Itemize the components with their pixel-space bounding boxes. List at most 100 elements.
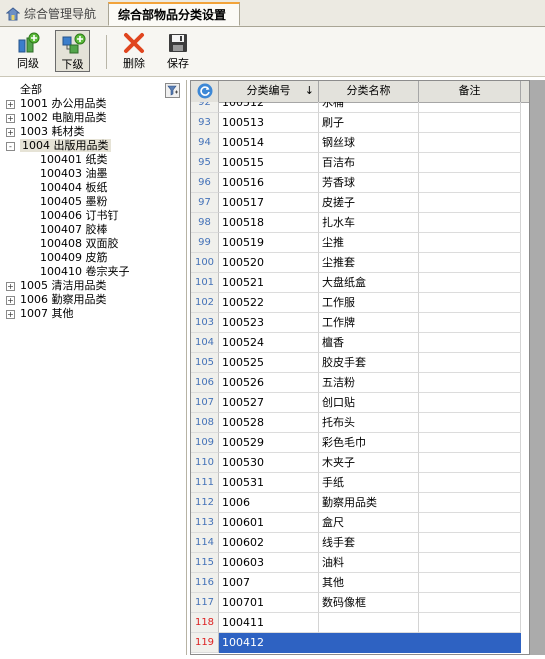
remark-cell[interactable]: [419, 553, 521, 573]
tree-node[interactable]: 1001 办公用品类: [20, 97, 107, 111]
name-cell[interactable]: 百洁布: [319, 153, 419, 173]
code-cell[interactable]: 100521: [219, 273, 319, 293]
name-cell[interactable]: 勤察用品类: [319, 493, 419, 513]
name-cell[interactable]: 线手套: [319, 533, 419, 553]
name-cell[interactable]: 手纸: [319, 473, 419, 493]
code-cell[interactable]: 100411: [219, 613, 319, 633]
tree-node[interactable]: 1002 电脑用品类: [20, 111, 107, 125]
table-row[interactable]: 107 100527 创口贴: [191, 393, 521, 413]
code-cell[interactable]: 100602: [219, 533, 319, 553]
column-header-code[interactable]: 分类编号 ↓: [219, 81, 319, 102]
table-row[interactable]: 95 100515 百洁布: [191, 153, 521, 173]
tree-node[interactable]: 1005 清洁用品类: [20, 279, 107, 293]
remark-cell[interactable]: [419, 102, 521, 113]
tree-child-node[interactable]: 100410 卷宗夹子: [40, 265, 130, 279]
expand-icon[interactable]: +: [6, 310, 15, 319]
remark-cell[interactable]: [419, 133, 521, 153]
table-row[interactable]: 114 100602 线手套: [191, 533, 521, 553]
code-cell[interactable]: 100524: [219, 333, 319, 353]
table-row[interactable]: 118 100411: [191, 613, 521, 633]
name-cell[interactable]: 盒尺: [319, 513, 419, 533]
table-row[interactable]: 98 100518 扎水车: [191, 213, 521, 233]
remark-cell[interactable]: [419, 413, 521, 433]
table-row[interactable]: 117 100701 数码像框: [191, 593, 521, 613]
table-row[interactable]: 109 100529 彩色毛巾: [191, 433, 521, 453]
code-cell[interactable]: 100513: [219, 113, 319, 133]
tree-child-node[interactable]: 100404 板纸: [40, 181, 108, 195]
code-cell[interactable]: 100515: [219, 153, 319, 173]
code-cell[interactable]: 100528: [219, 413, 319, 433]
table-row[interactable]: 97 100517 皮搓子: [191, 193, 521, 213]
code-cell[interactable]: 100603: [219, 553, 319, 573]
table-row[interactable]: 102 100522 工作服: [191, 293, 521, 313]
name-cell[interactable]: [319, 613, 419, 633]
table-row[interactable]: 116 1007 其他: [191, 573, 521, 593]
remark-cell[interactable]: [419, 273, 521, 293]
remark-cell[interactable]: [419, 113, 521, 133]
remark-cell[interactable]: [419, 513, 521, 533]
vertical-scrollbar[interactable]: [530, 80, 545, 655]
tree-child-node[interactable]: 100406 订书钉: [40, 209, 119, 223]
code-cell[interactable]: 100526: [219, 373, 319, 393]
table-row[interactable]: 110 100530 木夹子: [191, 453, 521, 473]
name-cell[interactable]: 木夹子: [319, 453, 419, 473]
expand-icon[interactable]: +: [6, 296, 15, 305]
code-cell[interactable]: 100527: [219, 393, 319, 413]
refresh-header-cell[interactable]: [191, 81, 219, 102]
expand-icon[interactable]: +: [6, 282, 15, 291]
code-cell[interactable]: 100512: [219, 102, 319, 113]
tree-child-node[interactable]: 100401 纸类: [40, 153, 108, 167]
remark-cell[interactable]: [419, 193, 521, 213]
table-row[interactable]: 100 100520 尘推套: [191, 253, 521, 273]
tree-child-node[interactable]: 100405 墨粉: [40, 195, 108, 209]
code-cell[interactable]: 100412: [219, 633, 319, 653]
tree-root[interactable]: 全部: [20, 83, 42, 97]
table-row[interactable]: 105 100525 胶皮手套: [191, 353, 521, 373]
remark-cell[interactable]: [419, 613, 521, 633]
tree-node[interactable]: 1004 出版用品类: [20, 139, 111, 153]
remark-cell[interactable]: [419, 533, 521, 553]
code-cell[interactable]: 100520: [219, 253, 319, 273]
code-cell[interactable]: 100701: [219, 593, 319, 613]
code-cell[interactable]: 100514: [219, 133, 319, 153]
table-row[interactable]: 92 100512 水桶: [191, 102, 521, 113]
name-cell[interactable]: 刷子: [319, 113, 419, 133]
code-cell[interactable]: 100601: [219, 513, 319, 533]
table-row[interactable]: 108 100528 托布头: [191, 413, 521, 433]
expand-icon[interactable]: +: [6, 128, 15, 137]
code-cell[interactable]: 100518: [219, 213, 319, 233]
name-cell[interactable]: 尘推套: [319, 253, 419, 273]
table-row[interactable]: 111 100531 手纸: [191, 473, 521, 493]
remark-cell[interactable]: [419, 633, 521, 653]
name-cell[interactable]: 彩色毛巾: [319, 433, 419, 453]
tree-node[interactable]: 1006 勤察用品类: [20, 293, 107, 307]
table-row[interactable]: 104 100524 檀香: [191, 333, 521, 353]
table-row[interactable]: 119 100412: [191, 633, 521, 653]
name-cell[interactable]: 胶皮手套: [319, 353, 419, 373]
code-cell[interactable]: 100525: [219, 353, 319, 373]
tab-item-category-settings[interactable]: 综合部物品分类设置: [108, 2, 240, 26]
code-cell[interactable]: 100531: [219, 473, 319, 493]
remark-cell[interactable]: [419, 373, 521, 393]
delete-button[interactable]: 删除: [116, 30, 152, 72]
name-cell[interactable]: 檀香: [319, 333, 419, 353]
remark-cell[interactable]: [419, 253, 521, 273]
table-row[interactable]: 112 1006 勤察用品类: [191, 493, 521, 513]
name-cell[interactable]: 尘推: [319, 233, 419, 253]
tree-child-node[interactable]: 100407 胶棒: [40, 223, 108, 237]
code-cell[interactable]: 100517: [219, 193, 319, 213]
remark-cell[interactable]: [419, 353, 521, 373]
table-row[interactable]: 103 100523 工作牌: [191, 313, 521, 333]
remark-cell[interactable]: [419, 493, 521, 513]
table-row[interactable]: 101 100521 大盘纸盒: [191, 273, 521, 293]
table-row[interactable]: 99 100519 尘推: [191, 233, 521, 253]
tab-general-navigation[interactable]: 综合管理导航: [2, 3, 106, 25]
code-cell[interactable]: 100522: [219, 293, 319, 313]
tree-child-node[interactable]: 100403 油墨: [40, 167, 108, 181]
name-cell[interactable]: 工作牌: [319, 313, 419, 333]
add-child-button[interactable]: 下级: [55, 30, 90, 72]
table-row[interactable]: 113 100601 盒尺: [191, 513, 521, 533]
code-cell[interactable]: 100519: [219, 233, 319, 253]
tree-node[interactable]: 1003 耗材类: [20, 125, 85, 139]
remark-cell[interactable]: [419, 173, 521, 193]
